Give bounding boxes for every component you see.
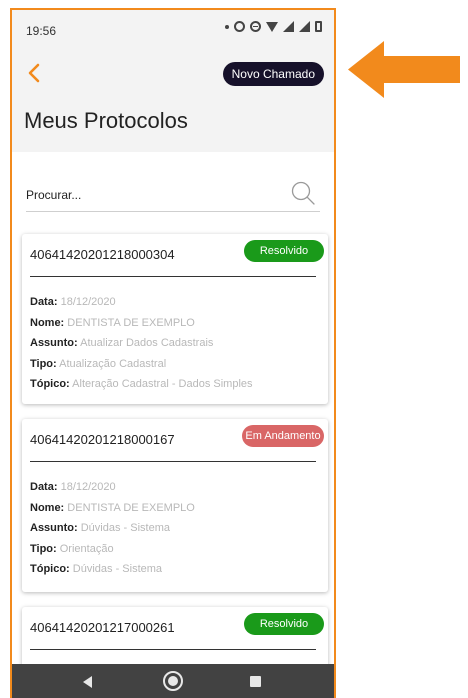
signal-icon [283,21,294,32]
detail-value: Atualização Cadastral [59,357,167,370]
app-header: Novo Chamado Meus Protocolos [12,48,334,152]
detail-name: Nome: DENTISTA DE EXEMPLO [30,313,320,334]
detail-subject: Assunto: Atualizar Dados Cadastrais [30,333,320,354]
status-icons [225,21,322,32]
notification-dot-icon [225,24,229,29]
card-header: 40641420201218000304 Resolvido [22,234,328,270]
protocol-number: 40641420201218000167 [30,432,175,447]
detail-value: 18/12/2020 [60,296,116,308]
search-icon[interactable] [290,180,316,206]
detail-value: DENTISTA DE EXEMPLO [67,316,195,329]
arrow-left-icon [348,41,460,98]
detail-date: Data: 18/12/2020 [30,477,320,498]
detail-subject: Assunto: Dúvidas - Sistema [30,518,320,539]
phone-frame: 19:56 Novo Chamado Meus Protocolos Procu… [10,8,336,698]
protocol-list: 40641420201218000304 Resolvido Data: 18/… [12,152,334,687]
nav-recent-apps-icon[interactable] [250,676,261,687]
card-details: Data: 18/12/2020 Nome: DENTISTA DE EXEMP… [30,292,320,395]
nav-home-icon[interactable] [163,671,183,691]
protocol-number: 40641420201217000261 [30,620,175,635]
detail-date: Data: 18/12/2020 [30,292,320,313]
status-time: 19:56 [26,24,57,38]
card-header: 40641420201218000167 Em Andamento [22,419,328,455]
status-badge: Resolvido [244,613,324,635]
card-details: Data: 18/12/2020 Nome: DENTISTA DE EXEMP… [30,477,320,580]
detail-topic: Tópico: Dúvidas - Sistema [30,559,320,580]
detail-name: Nome: DENTISTA DE EXEMPLO [30,498,320,519]
detail-label: Nome: [30,501,65,514]
detail-topic: Tópico: Alteração Cadastral - Dados Simp… [30,374,320,395]
search-bar [26,178,320,212]
protocol-card[interactable]: 40641420201218000304 Resolvido Data: 18/… [22,234,328,404]
detail-label: Data: [30,296,58,308]
protocol-number: 40641420201218000304 [30,247,175,262]
chevron-left-icon [28,63,40,83]
battery-icon [315,21,322,32]
sync-icon [234,21,245,32]
detail-value: Dúvidas - Sistema [80,522,170,534]
detail-label: Assunto: [30,522,78,534]
detail-label: Tópico: [30,563,70,575]
wifi-icon [266,21,278,32]
android-nav-bar [12,664,334,698]
new-call-button[interactable]: Novo Chamado [222,62,324,86]
detail-type: Tipo: Orientação [30,539,320,560]
card-header: 40641420201217000261 Resolvido [22,607,328,643]
detail-value: DENTISTA DE EXEMPLO [67,501,195,514]
detail-label: Nome: [30,316,65,329]
back-button[interactable] [22,60,48,86]
status-bar: 19:56 [12,10,334,48]
signal-2-icon [299,21,310,32]
card-divider [30,461,316,462]
detail-value: Atualizar Dados Cadastrais [80,337,214,349]
card-divider [30,649,316,650]
detail-label: Data: [30,481,58,493]
status-badge: Em Andamento [242,425,324,447]
page-title: Meus Protocolos [24,108,188,133]
detail-value: Alteração Cadastral - Dados Simples [72,378,253,390]
detail-label: Assunto: [30,337,78,349]
protocol-card[interactable]: 40641420201218000167 Em Andamento Data: … [22,419,328,592]
nav-back-icon[interactable] [83,676,92,688]
detail-value: Dúvidas - Sistema [72,563,163,575]
status-badge: Resolvido [244,240,324,262]
detail-value: Orientação [59,542,114,555]
do-not-disturb-icon [250,21,261,32]
detail-label: Tópico: [30,378,70,390]
detail-value: 18/12/2020 [60,481,116,493]
detail-type: Tipo: Atualização Cadastral [30,354,320,375]
detail-label: Tipo: [30,542,57,555]
search-input[interactable] [26,188,266,202]
detail-label: Tipo: [30,357,57,370]
card-divider [30,276,316,277]
